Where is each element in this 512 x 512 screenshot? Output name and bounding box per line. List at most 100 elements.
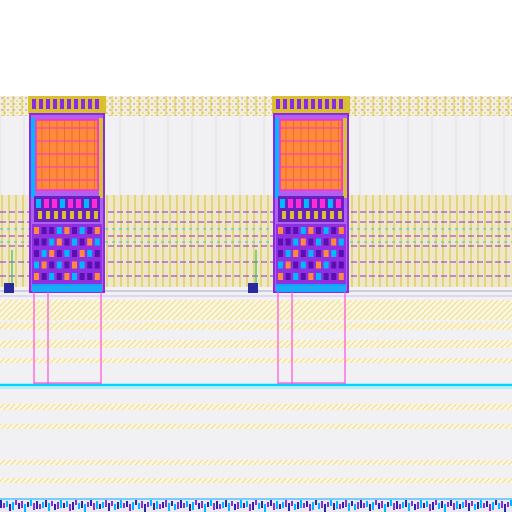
logic-cell [49, 273, 55, 280]
io-cell [438, 503, 440, 509]
logic-cell [34, 238, 39, 246]
io-cell [474, 504, 476, 510]
io-cell [261, 501, 263, 508]
io-cell [417, 502, 419, 509]
logic-cell [79, 227, 85, 234]
io-cell [390, 500, 392, 506]
metal-stripe [0, 300, 512, 320]
io-cell [396, 501, 398, 509]
io-cell [333, 503, 335, 510]
io-cell [171, 501, 173, 506]
io-cell [501, 501, 503, 508]
io-cell [237, 502, 239, 509]
logic-cell [92, 199, 97, 208]
io-cell [291, 501, 293, 506]
io-cell [480, 500, 482, 508]
logic-cell [44, 199, 49, 208]
logic-cell [300, 238, 306, 246]
logic-cell [316, 261, 321, 269]
logic-cell [72, 227, 77, 234]
io-cell [135, 500, 137, 505]
metal-stripe [0, 478, 512, 483]
logic-cell [300, 227, 306, 234]
logic-cell [293, 238, 299, 246]
io-cell [114, 504, 116, 510]
logic-cell [320, 199, 325, 208]
io-cell [99, 504, 101, 509]
io-cell [126, 501, 128, 507]
logic-cell [280, 199, 285, 208]
io-cell [444, 504, 446, 512]
io-cell [18, 503, 20, 509]
logic-cell [56, 261, 62, 269]
io-cell [63, 503, 65, 508]
logic-cell [87, 227, 93, 234]
metal-stripe [0, 404, 512, 410]
logic-cell [306, 211, 310, 219]
logic-cell [288, 199, 293, 208]
logic-cell [56, 273, 62, 280]
logic-cell [94, 211, 98, 219]
logic-cell [54, 211, 58, 219]
io-cell [222, 502, 224, 508]
io-cell [228, 503, 230, 511]
logic-cell [94, 238, 100, 246]
header-cell [290, 99, 294, 109]
macro-footer [32, 284, 102, 292]
logic-cell [323, 273, 329, 280]
io-cell [183, 503, 185, 508]
periphery-logic [278, 196, 344, 222]
io-cell [270, 500, 272, 506]
io-cell [246, 501, 248, 507]
io-cell [318, 503, 320, 509]
layout-canvas[interactable] [0, 0, 512, 512]
io-cell [336, 501, 338, 509]
io-cell [240, 500, 242, 508]
io-cell [156, 501, 158, 509]
io-cell [489, 504, 491, 511]
io-cell [24, 504, 26, 512]
side-rail [343, 118, 347, 198]
io-cell [294, 504, 296, 510]
logic-cell [293, 261, 299, 269]
logic-cell [330, 211, 334, 219]
header-cell [74, 99, 78, 109]
io-cell [150, 500, 152, 506]
io-cell [402, 502, 404, 508]
logic-cell [41, 261, 47, 269]
io-cell [120, 500, 122, 508]
logic-cell [316, 273, 321, 280]
header-cell [339, 99, 343, 109]
io-cell [105, 500, 107, 507]
logic-cell [62, 211, 66, 219]
io-cell [231, 501, 233, 506]
io-cell [153, 503, 155, 510]
logic-cell [278, 227, 283, 234]
io-cell [42, 502, 44, 508]
io-cell [177, 502, 179, 509]
logic-cell [338, 227, 344, 234]
io-cell [264, 504, 266, 512]
logic-cell [34, 273, 39, 280]
header-cell [276, 99, 280, 109]
header-cell [60, 99, 64, 109]
io-cell [117, 502, 119, 509]
logic-cell [60, 199, 65, 208]
logic-cell [78, 211, 82, 219]
io-cell [12, 502, 14, 510]
logic-cell [285, 227, 291, 234]
logic-cell [79, 273, 85, 280]
logic-cell [328, 199, 333, 208]
io-cell [216, 501, 218, 509]
io-cell [210, 500, 212, 506]
io-cell [33, 503, 35, 510]
io-cell [450, 500, 452, 506]
logic-cell [338, 211, 342, 219]
io-cell [414, 504, 416, 510]
logic-cell [52, 199, 57, 208]
io-cell [219, 504, 221, 509]
header-cell [304, 99, 308, 109]
logic-cell [64, 227, 70, 234]
logic-cell [76, 199, 81, 208]
io-cell [54, 504, 56, 510]
